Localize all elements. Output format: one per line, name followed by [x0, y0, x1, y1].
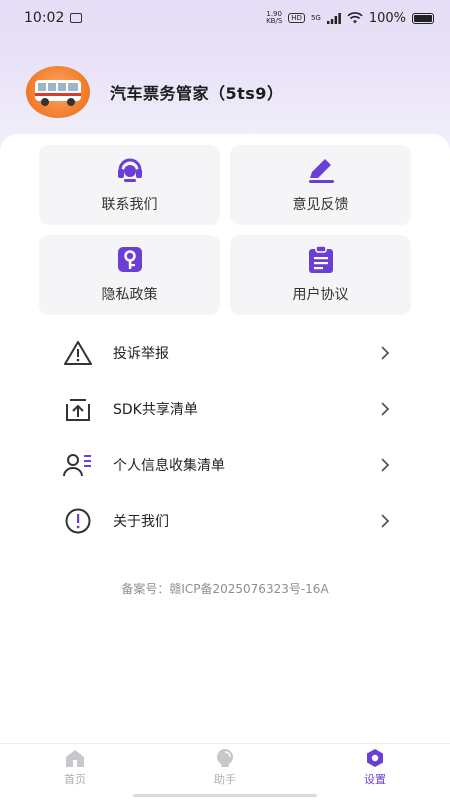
- pencil-icon: [306, 156, 336, 184]
- contact-us-card[interactable]: 联系我们: [39, 145, 220, 225]
- settings-icon: [367, 749, 383, 767]
- status-right: 1.90 KB/S HD 5G 100%: [266, 11, 434, 26]
- signal-icon: [326, 12, 341, 24]
- chevron-right-icon: [378, 511, 392, 531]
- privacy-policy-label: 隐私政策: [101, 287, 158, 303]
- hd-badge: HD: [288, 13, 305, 23]
- bottom-tab-bar: 首页 助手 设置: [0, 743, 450, 800]
- icp-record-text: 备案号：赣ICP备2025076323号-16A: [121, 582, 329, 596]
- status-bar: 10:02 1.90 KB/S HD 5G 100%: [0, 0, 450, 36]
- net-speed-unit: KB/S: [266, 17, 283, 25]
- signal-label: 5G: [310, 13, 321, 22]
- wifi-icon: [347, 12, 363, 24]
- tab-assistant-label: 助手: [214, 773, 236, 786]
- app-logo-avatar: [26, 66, 90, 118]
- menu-item-about-us[interactable]: 关于我们: [62, 501, 392, 541]
- app-title: 汽车票务管家（5ts9）: [110, 84, 284, 103]
- person-list-icon: [62, 450, 94, 480]
- bus-icon: [35, 80, 81, 106]
- chevron-right-icon: [378, 399, 392, 419]
- share-box-icon: [62, 394, 94, 424]
- menu-label-personal-info: 个人信息收集清单: [113, 458, 225, 474]
- menu-item-sdk-list[interactable]: SDK共享清单: [62, 389, 392, 429]
- home-indicator: [133, 794, 317, 797]
- feedback-card[interactable]: 意见反馈: [230, 145, 411, 225]
- profile-header: 汽车票务管家（5ts9）: [26, 66, 283, 118]
- menu-item-personal-info[interactable]: 个人信息收集清单: [62, 445, 392, 485]
- battery-icon: [412, 12, 434, 24]
- menu-label-complaint: 投诉举报: [113, 346, 169, 362]
- privacy-policy-card[interactable]: 隐私政策: [39, 235, 220, 315]
- notification-icon: [70, 13, 83, 23]
- home-icon: [66, 750, 84, 767]
- contact-us-label: 联系我们: [101, 197, 158, 213]
- user-agreement-card[interactable]: 用户协议: [230, 235, 411, 315]
- menu-item-complaint[interactable]: 投诉举报: [62, 333, 392, 373]
- tab-assistant[interactable]: 助手: [185, 748, 265, 794]
- clipboard-icon: [306, 246, 336, 274]
- battery-percent: 100%: [368, 10, 406, 26]
- status-time: 10:02: [24, 10, 65, 26]
- key-icon: [115, 246, 145, 274]
- user-agreement-label: 用户协议: [292, 287, 349, 303]
- chevron-right-icon: [378, 343, 392, 363]
- tab-settings[interactable]: 设置: [335, 748, 415, 794]
- feedback-label: 意见反馈: [292, 197, 349, 213]
- headset-icon: [115, 156, 145, 184]
- menu-label-about-us: 关于我们: [113, 514, 169, 530]
- info-circle-icon: [62, 506, 94, 536]
- status-left: 10:02: [24, 10, 83, 26]
- net-speed: 1.90 KB/S: [266, 11, 282, 25]
- chevron-right-icon: [378, 455, 392, 475]
- tab-home-label: 首页: [64, 773, 86, 786]
- tab-home[interactable]: 首页: [35, 748, 115, 794]
- settings-panel: 联系我们 意见反馈 隐私政策 用户协议 投诉举报 SDK共享清单 个人信息收集清…: [0, 134, 450, 746]
- menu-label-sdk-list: SDK共享清单: [113, 402, 198, 418]
- tab-settings-label: 设置: [364, 773, 386, 786]
- warning-icon: [62, 338, 94, 368]
- assistant-icon: [217, 749, 233, 767]
